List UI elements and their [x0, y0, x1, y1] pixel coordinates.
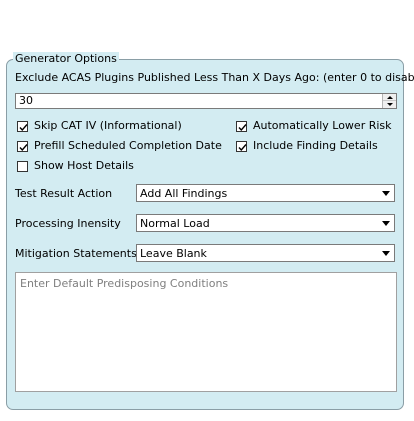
- checkmark-icon: [238, 123, 247, 131]
- prefill-date-checkbox[interactable]: Prefill Scheduled Completion Date: [17, 139, 222, 153]
- group-title: Generator Options: [13, 52, 119, 66]
- mitigation-select[interactable]: Leave Blank: [136, 244, 395, 262]
- chevron-down-icon[interactable]: [382, 221, 390, 226]
- spinner-up-button[interactable]: [383, 94, 396, 101]
- show-host-label: Show Host Details: [34, 159, 134, 172]
- spinner-down-button[interactable]: [383, 101, 396, 108]
- checkbox-box[interactable]: [17, 120, 28, 132]
- mitigation-value: Leave Blank: [140, 247, 207, 260]
- auto-lower-risk-label: Automatically Lower Risk: [253, 119, 392, 132]
- processing-value: Normal Load: [140, 217, 210, 230]
- chevron-up-icon: [386, 95, 393, 99]
- checkmark-icon: [19, 143, 28, 151]
- processing-select[interactable]: Normal Load: [136, 214, 395, 232]
- test-result-value: Add All Findings: [140, 187, 228, 200]
- auto-lower-risk-checkbox[interactable]: Automatically Lower Risk: [236, 119, 392, 133]
- prefill-date-label: Prefill Scheduled Completion Date: [34, 139, 222, 152]
- test-result-label: Test Result Action: [15, 187, 113, 200]
- predisposing-placeholder: Enter Default Predisposing Conditions: [20, 277, 229, 290]
- include-details-checkbox[interactable]: Include Finding Details: [236, 139, 378, 153]
- skip-cat-iv-label: Skip CAT IV (Informational): [34, 119, 182, 132]
- show-host-checkbox[interactable]: Show Host Details: [17, 159, 134, 173]
- spinner-buttons: [382, 94, 396, 108]
- chevron-down-icon[interactable]: [382, 191, 390, 196]
- skip-cat-iv-checkbox[interactable]: Skip CAT IV (Informational): [17, 119, 182, 133]
- chevron-down-icon: [386, 103, 393, 106]
- checkmark-icon: [238, 143, 247, 151]
- exclude-label: Exclude ACAS Plugins Published Less Than…: [15, 71, 414, 84]
- checkbox-box[interactable]: [17, 160, 28, 172]
- checkbox-box[interactable]: [236, 140, 247, 152]
- checkbox-box[interactable]: [17, 140, 28, 152]
- checkbox-box[interactable]: [236, 120, 247, 132]
- checkmark-icon: [19, 123, 28, 131]
- exclude-days-spinner[interactable]: 30: [15, 93, 397, 109]
- exclude-days-value[interactable]: 30: [19, 94, 33, 108]
- chevron-down-icon[interactable]: [382, 251, 390, 256]
- mitigation-label: Mitigation Statements: [15, 247, 137, 260]
- include-details-label: Include Finding Details: [253, 139, 378, 152]
- processing-label: Processing Inensity: [15, 217, 121, 230]
- predisposing-conditions-textarea[interactable]: Enter Default Predisposing Conditions: [15, 272, 397, 392]
- test-result-select[interactable]: Add All Findings: [136, 184, 395, 202]
